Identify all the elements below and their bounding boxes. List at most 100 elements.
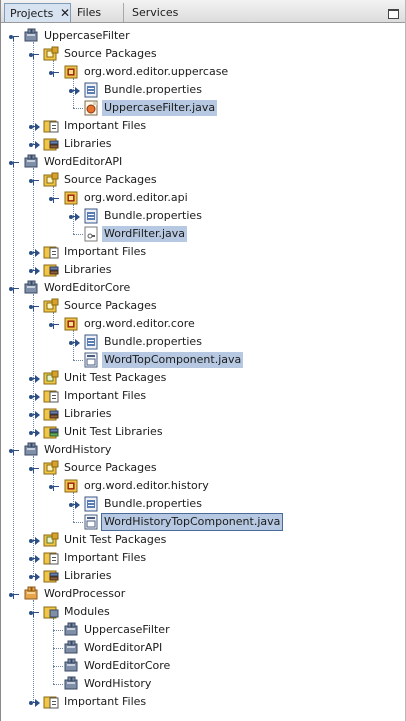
collapse-node-icon[interactable] <box>9 284 19 293</box>
source-packages-icon <box>43 172 59 188</box>
tree-node[interactable]: Libraries <box>1 567 397 585</box>
tree-node[interactable]: Source Packages <box>1 459 397 477</box>
collapse-node-icon[interactable] <box>49 68 59 77</box>
expand-node-icon[interactable] <box>69 500 80 509</box>
properties-file-icon <box>83 82 99 98</box>
tree-node[interactable]: WordHistoryTopComponent.java <box>1 513 397 531</box>
collapse-node-icon[interactable] <box>29 302 39 311</box>
tree-node[interactable]: Modules <box>1 603 397 621</box>
tree-connector <box>73 108 83 109</box>
tree-node[interactable]: org.word.editor.core <box>1 315 397 333</box>
tree-node[interactable]: Source Packages <box>1 45 397 63</box>
expand-node-icon[interactable] <box>29 554 40 563</box>
form-class-icon <box>83 514 99 530</box>
tree-node[interactable]: org.word.editor.api <box>1 189 397 207</box>
tree-node-label: Modules <box>64 605 110 618</box>
tree-node[interactable]: Bundle.properties <box>1 207 397 225</box>
tree-node-label: WordTopComponent.java <box>102 352 244 368</box>
libraries-icon <box>43 406 59 422</box>
expand-node-icon[interactable] <box>29 536 40 545</box>
tree-node[interactable]: Source Packages <box>1 171 397 189</box>
expand-node-icon[interactable] <box>29 392 40 401</box>
collapse-node-icon[interactable] <box>9 32 19 41</box>
tree-node-label: WordProcessor <box>44 587 126 600</box>
tree-node-label: Source Packages <box>64 461 157 474</box>
tree-node-label: org.word.editor.api <box>84 191 188 204</box>
tree-node[interactable]: Bundle.properties <box>1 81 397 99</box>
tree-node[interactable]: Important Files <box>1 549 397 567</box>
tree-node-label: WordEditorAPI <box>84 641 163 654</box>
collapse-node-icon[interactable] <box>29 608 39 617</box>
expand-node-icon[interactable] <box>29 266 40 275</box>
expand-node-icon[interactable] <box>29 140 40 149</box>
important-files-icon <box>43 388 59 404</box>
tree-node[interactable]: WordHistory <box>1 675 397 693</box>
minimize-window-icon[interactable] <box>388 9 399 19</box>
properties-file-icon <box>83 496 99 512</box>
tree-node[interactable]: WordEditorAPI <box>1 153 397 171</box>
tab-bar: Projects ✕ Files Services <box>1 0 405 23</box>
tree-node-label: UppercaseFilter.java <box>102 100 218 116</box>
tree-node-label: Important Files <box>64 119 147 132</box>
tree-node[interactable]: Libraries <box>1 135 397 153</box>
important-files-icon <box>43 550 59 566</box>
tree-node[interactable]: Important Files <box>1 387 397 405</box>
expand-node-icon[interactable] <box>29 572 40 581</box>
tree-node[interactable]: WordProcessor <box>1 585 397 603</box>
tab-services[interactable]: Services <box>127 3 247 22</box>
expand-node-icon[interactable] <box>29 122 40 131</box>
tree-connector <box>53 666 63 667</box>
tree-node[interactable]: Unit Test Libraries <box>1 423 397 441</box>
tree-node[interactable]: org.word.editor.uppercase <box>1 63 397 81</box>
libraries-icon <box>43 262 59 278</box>
tree-node[interactable]: WordFilter.java <box>1 225 397 243</box>
tree-node[interactable]: Unit Test Packages <box>1 531 397 549</box>
expand-node-icon[interactable] <box>69 86 80 95</box>
tree-node[interactable]: WordEditorAPI <box>1 639 397 657</box>
tree-node[interactable]: Important Files <box>1 243 397 261</box>
test-packages-icon <box>43 370 59 386</box>
tree-node[interactable]: Unit Test Packages <box>1 369 397 387</box>
tree-node[interactable]: Bundle.properties <box>1 495 397 513</box>
tree-node[interactable]: WordEditorCore <box>1 657 397 675</box>
collapse-node-icon[interactable] <box>29 50 39 59</box>
tab-projects[interactable]: Projects ✕ <box>4 3 71 22</box>
tree-node[interactable]: WordTopComponent.java <box>1 351 397 369</box>
collapse-node-icon[interactable] <box>49 194 59 203</box>
projects-window: Projects ✕ Files Services UppercaseFilte… <box>0 0 406 721</box>
collapse-node-icon[interactable] <box>29 176 39 185</box>
expand-node-icon[interactable] <box>69 338 80 347</box>
tree-node[interactable]: Libraries <box>1 405 397 423</box>
collapse-node-icon[interactable] <box>49 482 59 491</box>
tree-node-label: Important Files <box>64 551 147 564</box>
collapse-node-icon[interactable] <box>9 590 19 599</box>
tree-node[interactable]: Source Packages <box>1 297 397 315</box>
expand-node-icon[interactable] <box>29 248 40 257</box>
expand-node-icon[interactable] <box>69 212 80 221</box>
tree-node[interactable]: org.word.editor.history <box>1 477 397 495</box>
tree-node[interactable]: Important Files <box>1 693 397 711</box>
tree-node[interactable]: UppercaseFilter <box>1 27 397 45</box>
tree-node[interactable]: Libraries <box>1 261 397 279</box>
tree-node[interactable]: WordEditorCore <box>1 279 397 297</box>
expand-node-icon[interactable] <box>29 410 40 419</box>
expand-node-icon[interactable] <box>29 374 40 383</box>
collapse-node-icon[interactable] <box>9 446 19 455</box>
project-tree: UppercaseFilter Source Packages org.word.e… <box>1 24 405 721</box>
tree-node[interactable]: WordHistory <box>1 441 397 459</box>
collapse-node-icon[interactable] <box>49 320 59 329</box>
tree-node[interactable]: Bundle.properties <box>1 333 397 351</box>
expand-node-icon[interactable] <box>29 428 40 437</box>
tree-node-label: Bundle.properties <box>104 83 202 96</box>
tree-connector <box>73 522 83 523</box>
tree-node-label: WordEditorAPI <box>44 155 123 168</box>
collapse-node-icon[interactable] <box>9 158 19 167</box>
collapse-node-icon[interactable] <box>29 464 39 473</box>
close-tab-icon[interactable]: ✕ <box>60 4 70 23</box>
tree-node[interactable]: Important Files <box>1 117 397 135</box>
tree-node[interactable]: UppercaseFilter.java <box>1 99 397 117</box>
tab-files[interactable]: Files <box>72 3 124 22</box>
expand-node-icon[interactable] <box>29 698 40 707</box>
tree-node[interactable]: UppercaseFilter <box>1 621 397 639</box>
tree-node-label: Bundle.properties <box>104 335 202 348</box>
